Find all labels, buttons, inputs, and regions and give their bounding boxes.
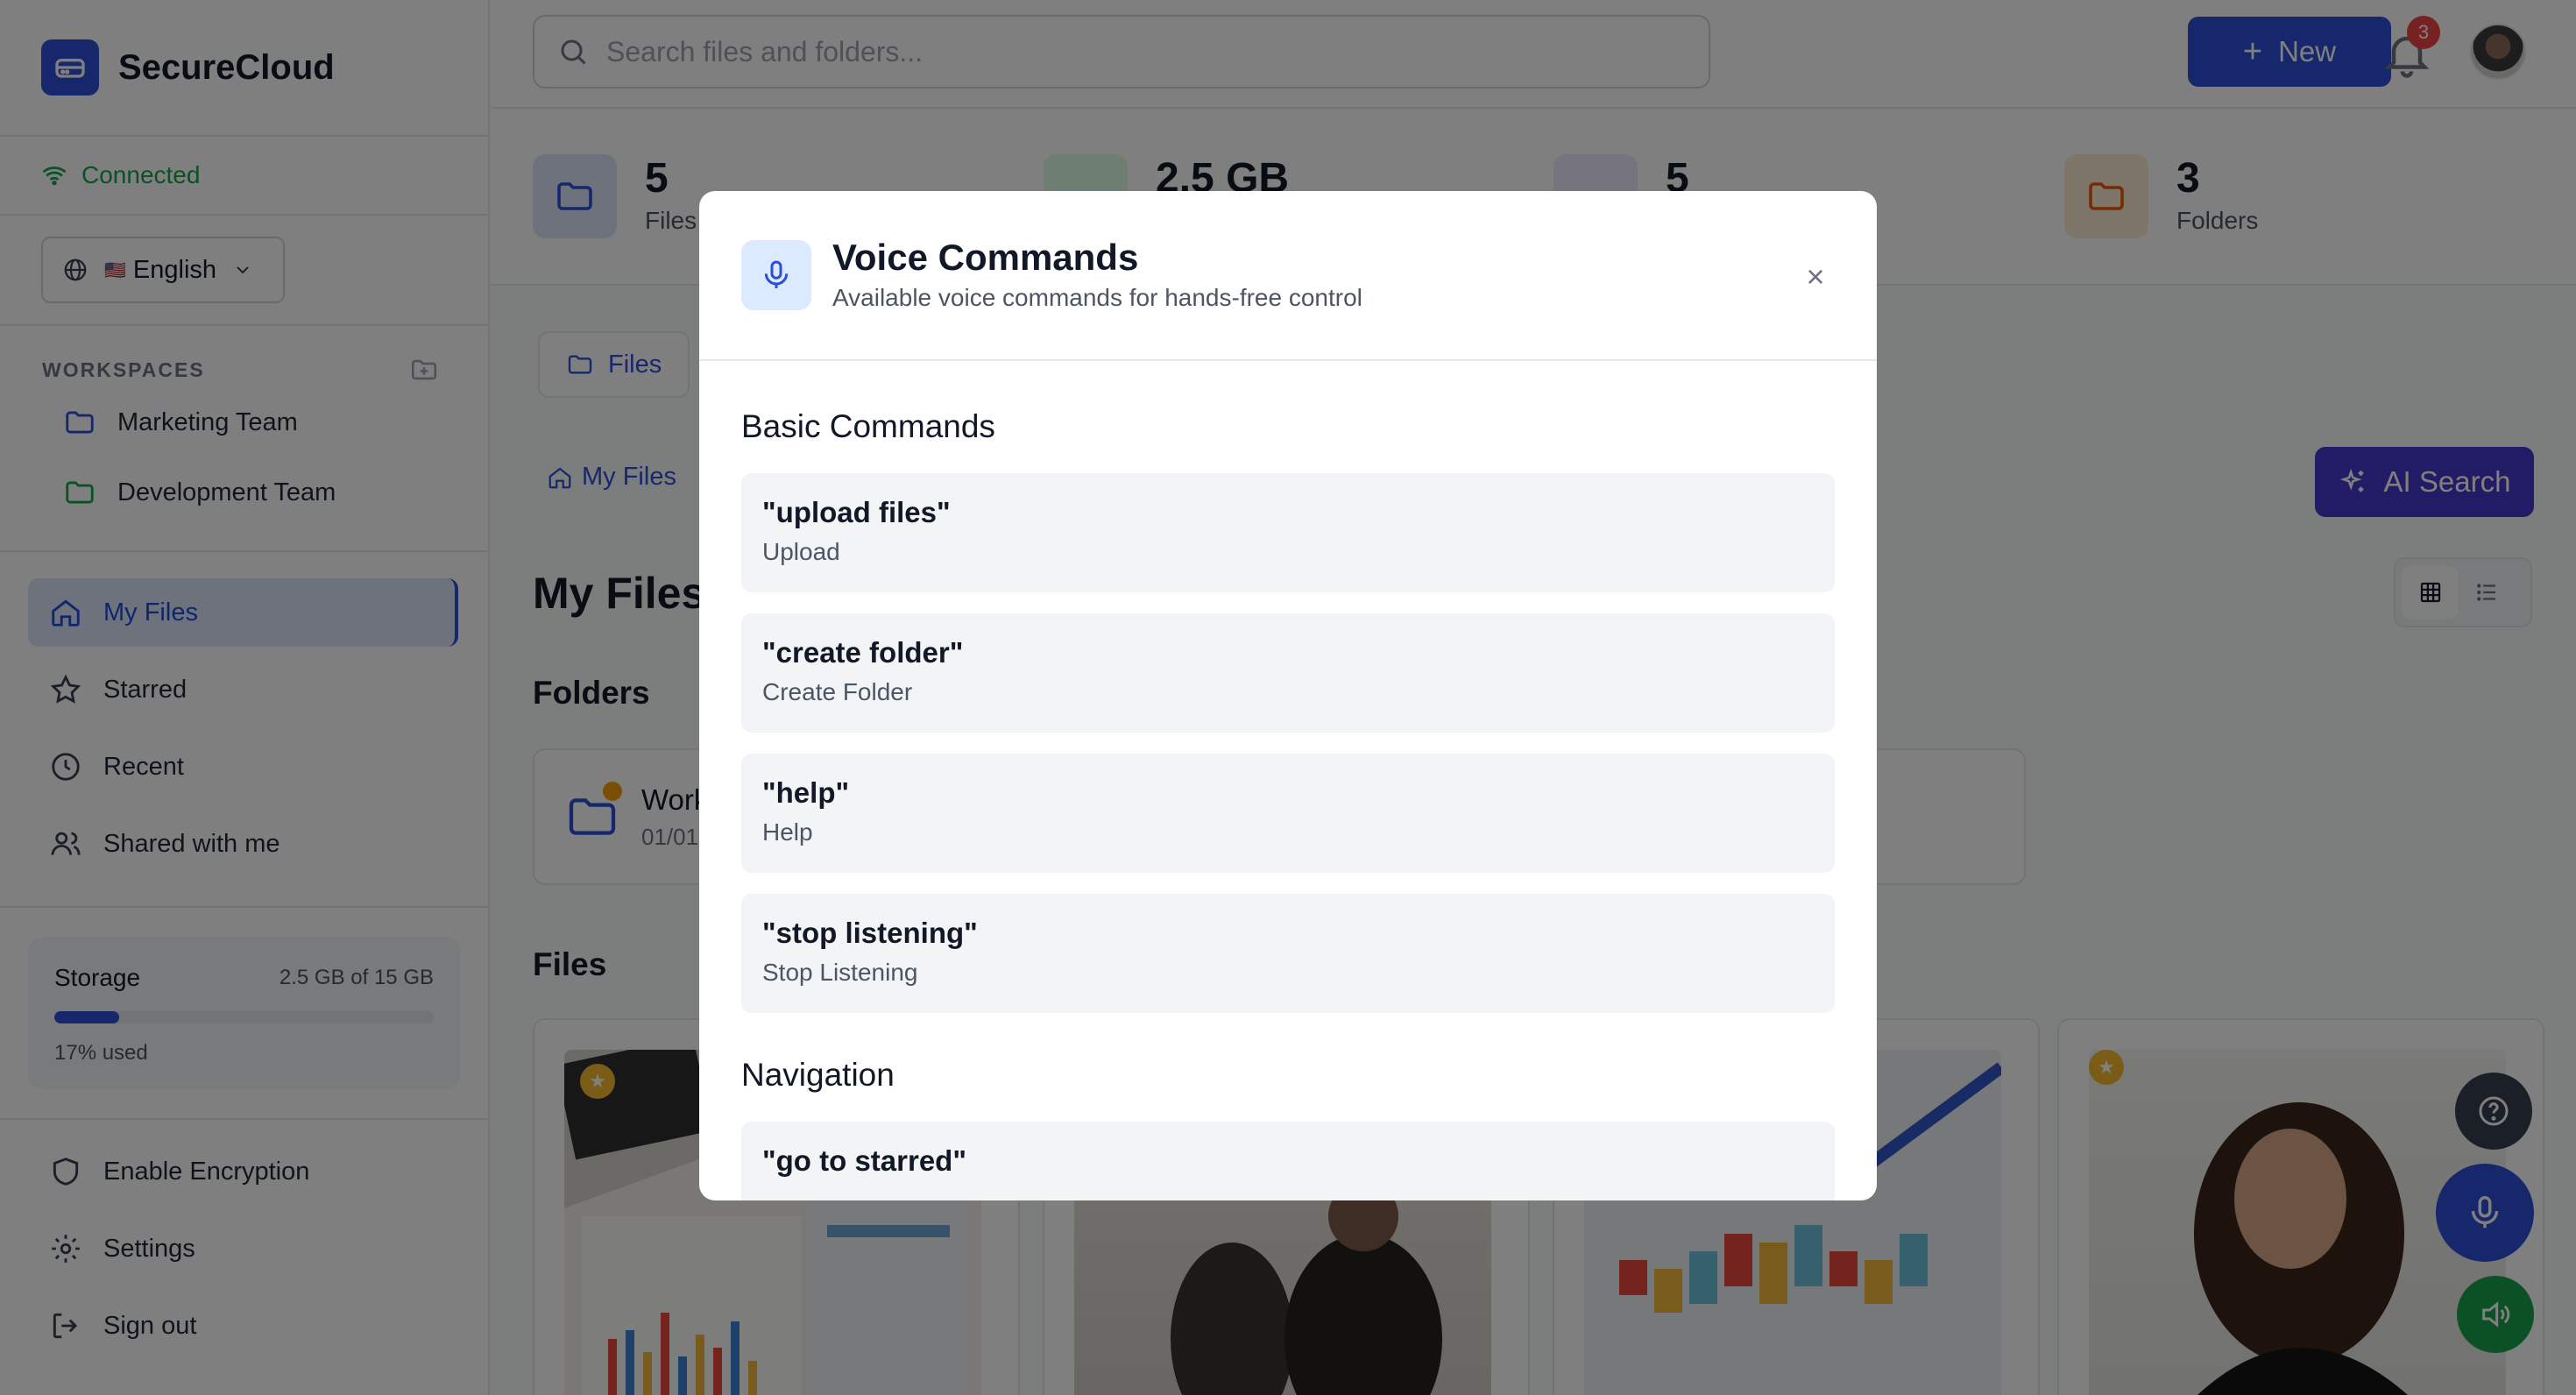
dialog-title: Voice Commands [832,237,1139,278]
close-button[interactable]: × [1798,258,1833,294]
close-icon: × [1806,258,1825,294]
group-title: Navigation [741,1057,895,1093]
command-phrase: "go to starred" [762,1144,966,1177]
command-item: "create folder" Create Folder [741,613,1835,733]
voice-commands-dialog: Voice Commands Available voice commands … [699,191,1877,1200]
command-description: Upload [762,538,840,565]
command-phrase: "stop listening" [762,917,978,949]
dialog-header: Voice Commands Available voice commands … [699,191,1877,361]
command-phrase: "create folder" [762,636,964,669]
group-title: Basic Commands [741,408,995,444]
command-item: "help" Help [741,754,1835,873]
command-item: "upload files" Upload [741,473,1835,592]
command-description: Stop Listening [762,959,918,986]
dialog-body: Basic Commands "upload files" Upload "cr… [699,361,1877,1200]
command-phrase: "upload files" [762,496,951,528]
microphone-icon [741,240,811,310]
command-description: Create Folder [762,678,913,705]
command-description: Help [762,818,813,846]
command-item: "go to starred" [741,1122,1835,1200]
command-phrase: "help" [762,776,850,809]
dialog-subtitle: Available voice commands for hands-free … [832,284,1362,311]
command-item: "stop listening" Stop Listening [741,894,1835,1013]
